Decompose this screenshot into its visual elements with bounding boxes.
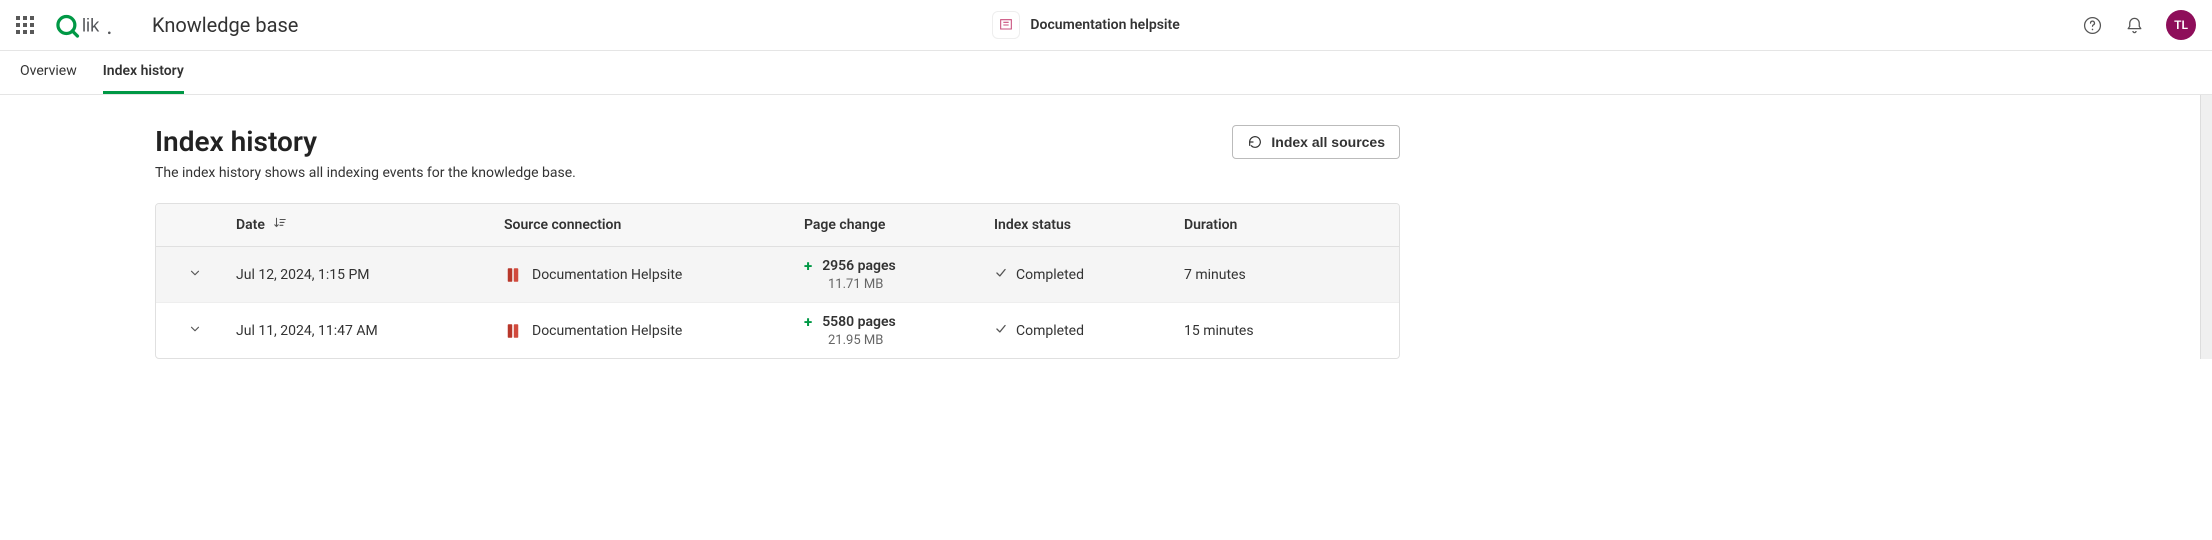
refresh-icon xyxy=(1247,134,1263,150)
cell-size: 21.95 MB xyxy=(804,333,994,348)
context-label: Documentation helpsite xyxy=(1030,17,1179,33)
chevron-down-icon[interactable] xyxy=(188,266,202,284)
index-all-sources-button[interactable]: Index all sources xyxy=(1232,125,1400,159)
top-bar: lik Knowledge base Documentation helpsit… xyxy=(0,0,2212,51)
check-icon xyxy=(994,322,1008,340)
table-row: Jul 12, 2024, 1:15 PM Documentation Help… xyxy=(156,247,1399,303)
cell-status: Completed xyxy=(1016,267,1084,283)
plus-icon: + xyxy=(804,313,812,331)
cell-pages: 2956 pages xyxy=(822,258,896,274)
tab-bar: Overview Index history xyxy=(0,51,2212,95)
cell-duration: 15 minutes xyxy=(1184,313,1399,348)
table-header: Date Source connection Page change Index… xyxy=(156,204,1399,247)
source-connector-icon xyxy=(504,322,522,340)
tab-overview[interactable]: Overview xyxy=(20,51,77,94)
col-header-status[interactable]: Index status xyxy=(994,216,1184,234)
table-row: Jul 11, 2024, 11:47 AM Documentation Hel… xyxy=(156,303,1399,358)
tab-index-history[interactable]: Index history xyxy=(103,51,184,94)
cell-source: Documentation Helpsite xyxy=(532,267,682,283)
index-history-table: Date Source connection Page change Index… xyxy=(155,203,1400,359)
col-header-page-change[interactable]: Page change xyxy=(804,216,994,234)
chevron-down-icon[interactable] xyxy=(188,322,202,340)
cell-duration: 7 minutes xyxy=(1184,257,1399,292)
notifications-icon[interactable] xyxy=(2124,15,2144,35)
scrollbar[interactable] xyxy=(2200,95,2212,359)
index-button-label: Index all sources xyxy=(1271,134,1385,150)
cell-size: 11.71 MB xyxy=(804,277,994,292)
cell-pages: 5580 pages xyxy=(822,314,896,330)
avatar[interactable]: TL xyxy=(2166,10,2196,40)
page-description: The index history shows all indexing eve… xyxy=(155,165,1400,181)
source-connector-icon xyxy=(504,266,522,284)
cell-source: Documentation Helpsite xyxy=(532,323,682,339)
header-actions: TL xyxy=(2082,10,2196,40)
col-header-date[interactable]: Date xyxy=(234,216,504,234)
app-title: Knowledge base xyxy=(152,13,298,37)
cell-date: Jul 12, 2024, 1:15 PM xyxy=(234,257,504,292)
col-header-source[interactable]: Source connection xyxy=(504,216,804,234)
cell-status: Completed xyxy=(1016,323,1084,339)
help-icon[interactable] xyxy=(2082,15,2102,35)
helpsite-icon xyxy=(992,11,1020,39)
context-pill[interactable]: Documentation helpsite xyxy=(992,11,1179,39)
check-icon xyxy=(994,266,1008,284)
cell-date: Jul 11, 2024, 11:47 AM xyxy=(234,313,504,348)
qlik-logo[interactable]: lik xyxy=(56,12,134,38)
sort-descending-icon xyxy=(273,216,287,234)
col-header-duration[interactable]: Duration xyxy=(1184,216,1399,234)
svg-text:lik: lik xyxy=(82,16,100,36)
app-launcher-icon[interactable] xyxy=(16,16,34,34)
plus-icon: + xyxy=(804,257,812,275)
main-content: Index history Index all sources The inde… xyxy=(0,95,1400,359)
page-title: Index history xyxy=(155,125,317,158)
